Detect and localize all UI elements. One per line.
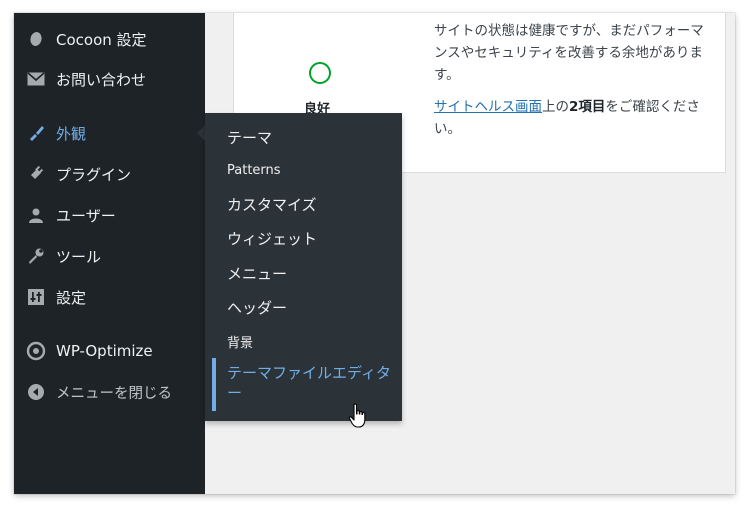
submenu-item-header[interactable]: ヘッダー	[227, 297, 287, 318]
health-action-text: サイトヘルス画面上の2項目をご確認ください。	[434, 96, 712, 140]
sidebar-item-label: WP-Optimize	[56, 342, 153, 360]
collapse-icon	[26, 382, 46, 402]
site-health-link[interactable]: サイトヘルス画面	[434, 99, 542, 115]
health-after-link: 上の	[542, 99, 569, 115]
settings-icon	[26, 287, 46, 307]
submenu-item-menus[interactable]: メニュー	[227, 263, 287, 284]
sidebar-item-tools[interactable]: ツール	[14, 238, 205, 274]
sidebar-item-label: 外観	[56, 124, 87, 143]
sidebar-item-appearance[interactable]: 外観	[14, 115, 205, 151]
health-status-ring-icon	[309, 62, 331, 84]
sidebar-item-label: プラグイン	[56, 165, 132, 184]
plugin-icon	[26, 164, 46, 184]
collapse-menu-button[interactable]: メニューを閉じる	[14, 374, 205, 410]
admin-screen: Cocoon 設定 お問い合わせ 外観 プラグイン ユーザー ツール 設定 WP…	[14, 13, 735, 494]
sidebar-item-label: メニューを閉じる	[56, 385, 172, 402]
submenu-item-background[interactable]: 背景	[227, 332, 253, 351]
sidebar-item-label: Cocoon 設定	[56, 30, 147, 49]
submenu-item-customize[interactable]: カスタマイズ	[227, 194, 317, 215]
sidebar-item-contact[interactable]: お問い合わせ	[14, 61, 205, 97]
sidebar-item-users[interactable]: ユーザー	[14, 197, 205, 233]
mail-icon	[26, 69, 46, 89]
sidebar-item-label: お問い合わせ	[56, 70, 147, 89]
brush-icon	[26, 123, 46, 143]
sidebar-item-label: ユーザー	[56, 206, 116, 225]
health-count: 2項目	[569, 99, 606, 115]
sidebar-item-settings[interactable]: 設定	[14, 279, 205, 315]
user-icon	[26, 205, 46, 225]
sidebar-item-cocoon-settings[interactable]: Cocoon 設定	[14, 21, 205, 57]
hand-pointer-cursor-icon	[348, 403, 368, 433]
wp-optimize-icon	[26, 341, 46, 361]
sidebar-item-plugins[interactable]: プラグイン	[14, 156, 205, 192]
sidebar-item-wp-optimize[interactable]: WP-Optimize	[14, 333, 205, 369]
flyout-pointer	[197, 125, 205, 141]
health-message: サイトの状態は健康ですが、まだパフォーマンスやセキュリティを改善する余地がありま…	[434, 20, 712, 140]
active-indicator	[212, 358, 216, 411]
appearance-submenu: テーマ Patterns カスタマイズ ウィジェット メニュー ヘッダー 背景 …	[205, 113, 402, 421]
admin-sidebar: Cocoon 設定 お問い合わせ 外観 プラグイン ユーザー ツール 設定 WP…	[14, 13, 205, 494]
submenu-item-themes[interactable]: テーマ	[227, 127, 272, 148]
submenu-item-widgets[interactable]: ウィジェット	[227, 228, 317, 249]
sidebar-item-label: 設定	[56, 288, 87, 307]
cocoon-icon	[26, 29, 46, 49]
health-message-text: サイトの状態は健康ですが、まだパフォーマンスやセキュリティを改善する余地がありま…	[434, 23, 704, 83]
sidebar-item-label: ツール	[56, 247, 102, 266]
submenu-item-theme-file-editor[interactable]: テーマファイルエディター	[227, 363, 392, 403]
wrench-icon	[26, 246, 46, 266]
submenu-item-patterns[interactable]: Patterns	[227, 163, 281, 178]
